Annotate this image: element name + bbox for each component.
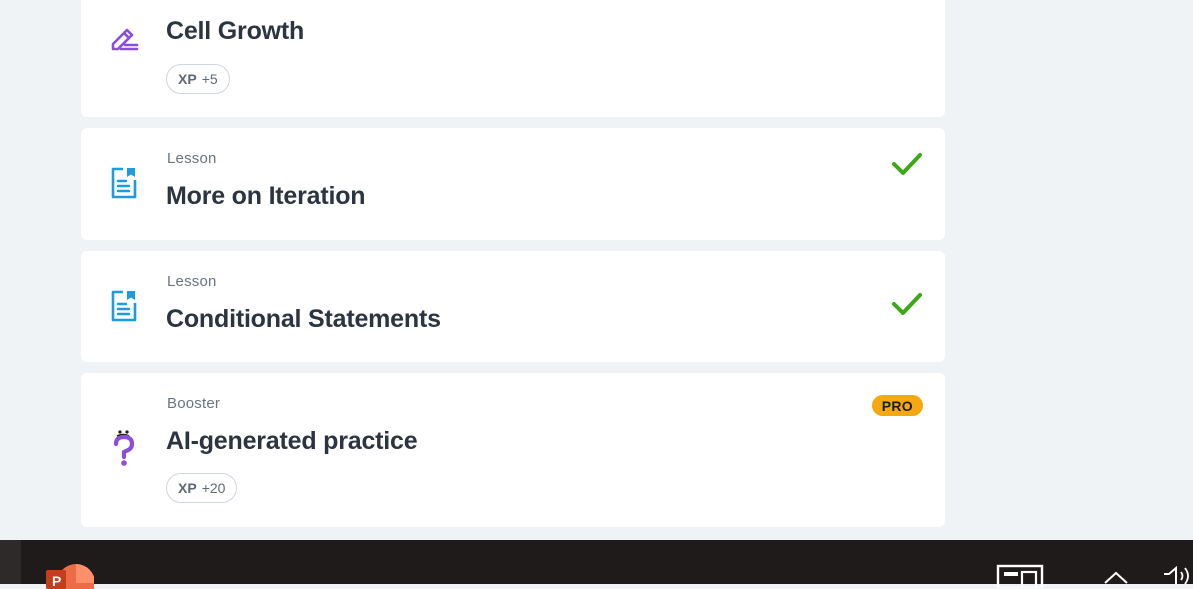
activity-title: Conditional Statements: [166, 305, 441, 333]
xp-value: +5: [201, 71, 218, 87]
activity-type-label: Booster: [167, 395, 221, 412]
svg-text:P: P: [52, 573, 61, 589]
course-content-area: Cell Growth XP +5 Lesson More on Iterati…: [0, 0, 1193, 540]
activity-type-label: Lesson: [167, 150, 217, 167]
taskbar-edge: [0, 540, 21, 584]
activity-title: More on Iteration: [166, 182, 366, 210]
chevron-up-icon[interactable]: [1102, 570, 1130, 584]
lesson-document-icon: [107, 166, 141, 200]
xp-reward-pill: XP +5: [166, 64, 230, 94]
activity-card-conditional-statements[interactable]: Lesson Conditional Statements: [81, 251, 945, 362]
windows-taskbar: P: [0, 540, 1193, 589]
xp-value: +20: [201, 480, 226, 496]
completed-check-icon: [892, 293, 922, 315]
xp-reward-pill: XP +20: [166, 473, 238, 503]
lesson-document-icon: [107, 289, 141, 323]
xp-label: XP: [178, 480, 197, 496]
activity-type-label: Lesson: [167, 273, 217, 290]
xp-label: XP: [178, 71, 197, 87]
speaker-icon[interactable]: [1162, 566, 1193, 584]
pencil-edit-icon: [107, 21, 141, 55]
activity-card-more-on-iteration[interactable]: Lesson More on Iteration: [81, 128, 945, 240]
activity-card-ai-generated-practice[interactable]: Booster PRO AI-generated practice XP +20: [81, 373, 945, 527]
news-widget-icon[interactable]: [996, 564, 1044, 588]
activity-title: Cell Growth: [166, 17, 305, 45]
activity-card-cell-growth[interactable]: Cell Growth XP +5: [81, 0, 945, 117]
pro-badge: PRO: [871, 395, 923, 416]
question-mark-icon: [107, 430, 141, 466]
completed-check-icon: [892, 153, 922, 175]
activity-title: AI-generated practice: [166, 427, 418, 455]
powerpoint-icon[interactable]: P: [46, 559, 94, 589]
